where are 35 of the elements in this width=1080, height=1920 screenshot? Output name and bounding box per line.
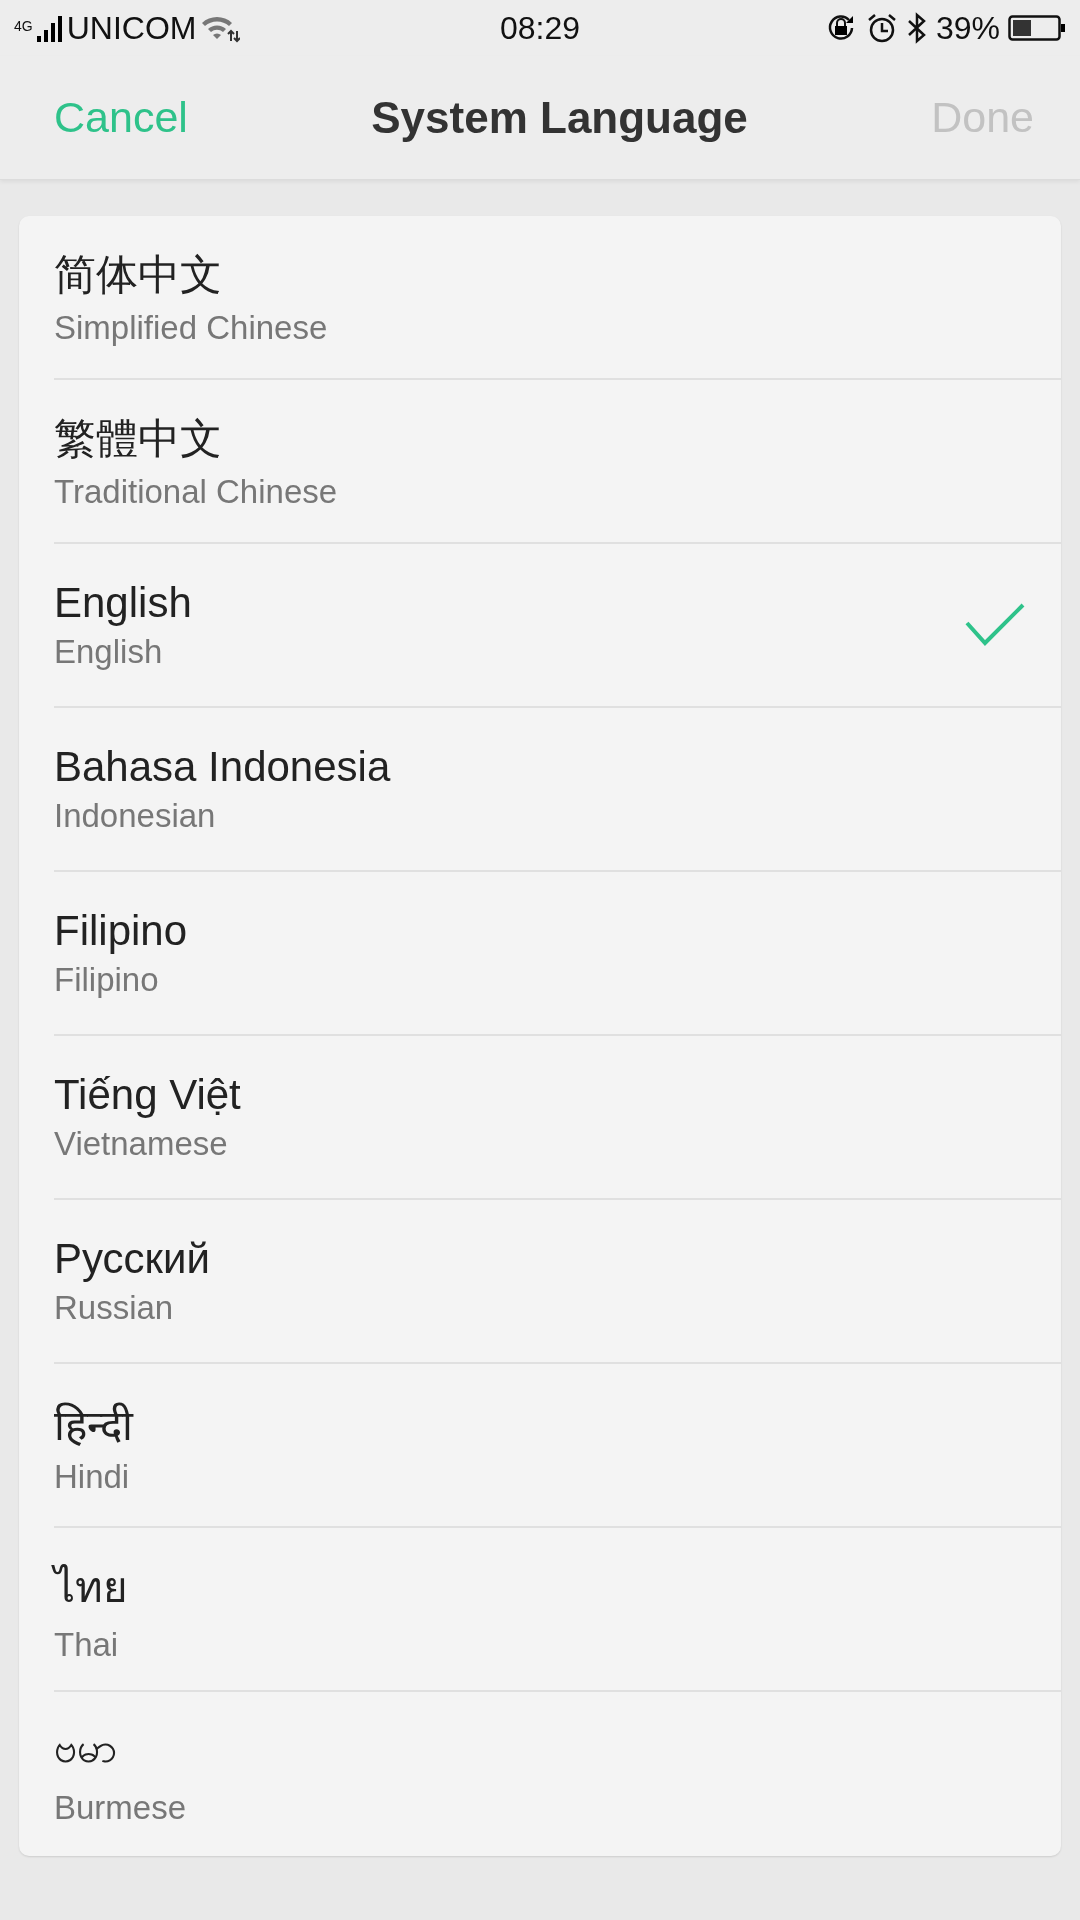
signal-icon [36, 14, 63, 42]
language-english-name: Burmese [54, 1789, 187, 1827]
language-name: Русский [54, 1235, 210, 1283]
language-row[interactable]: English English [54, 544, 1061, 708]
language-row[interactable]: ဗမာ Burmese [54, 1692, 1061, 1856]
language-name: 简体中文 [54, 250, 222, 300]
language-english-name: Traditional Chinese [54, 473, 338, 511]
language-row[interactable]: 简体中文 Simplified Chinese [54, 216, 1061, 380]
language-row[interactable]: Tiếng Việt Vietnamese [54, 1036, 1061, 1200]
language-english-name: Simplified Chinese [54, 309, 328, 347]
language-name: Filipino [54, 907, 188, 955]
language-name: English [54, 579, 192, 627]
language-row[interactable]: Filipino Filipino [54, 872, 1061, 1036]
language-row[interactable]: Русский Russian [54, 1200, 1061, 1364]
language-english-name: English [54, 633, 163, 671]
language-name: 繁體中文 [54, 414, 222, 464]
language-row[interactable]: 繁體中文 Traditional Chinese [54, 380, 1061, 544]
screen-title: System Language [370, 92, 749, 143]
language-english-name: Thai [54, 1626, 119, 1664]
language-row[interactable]: Bahasa Indonesia Indonesian [54, 708, 1061, 872]
battery-percent: 39% [935, 9, 1000, 47]
language-english-name: Russian [54, 1289, 174, 1327]
language-english-name: Indonesian [54, 797, 216, 835]
battery-icon [1008, 15, 1066, 41]
language-name: Bahasa Indonesia [54, 743, 391, 791]
carrier-name: UNICOM [66, 9, 197, 47]
network-type: 4G [14, 17, 33, 34]
language-english-name: Vietnamese [54, 1125, 228, 1163]
language-name: हिन्दी [54, 1400, 133, 1451]
language-name: Tiếng Việt [54, 1071, 241, 1119]
clock-time: 08:29 [498, 9, 582, 47]
language-english-name: Filipino [54, 961, 159, 999]
language-english-name: Hindi [54, 1457, 130, 1496]
language-name: ဗမာ [54, 1723, 117, 1773]
language-row[interactable]: हिन्दी Hindi [54, 1364, 1061, 1528]
